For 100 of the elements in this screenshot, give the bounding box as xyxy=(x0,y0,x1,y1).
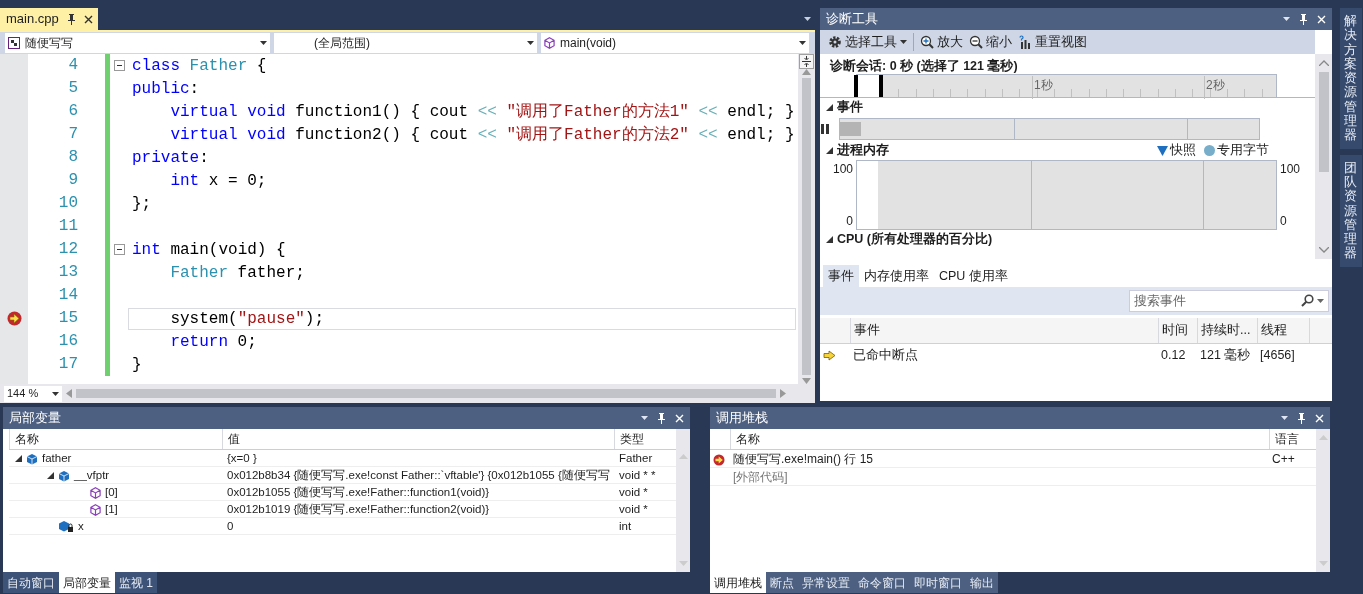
navigation-dropdown[interactable]: main(void) xyxy=(541,33,809,53)
side-tab[interactable]: 解决方案资源管理器 xyxy=(1340,8,1362,149)
expander-icon[interactable] xyxy=(826,147,833,154)
expander-icon[interactable] xyxy=(826,104,833,111)
column-header: 名称 xyxy=(736,431,760,448)
line-number: 9 xyxy=(67,170,78,191)
axis-label: 0 xyxy=(845,213,853,230)
column-header: 持续时... xyxy=(1201,322,1251,340)
line-number: 16 xyxy=(57,331,78,352)
variable-name: [0] xyxy=(105,485,118,500)
expander-icon[interactable] xyxy=(826,236,833,243)
axis-label: 0 xyxy=(1280,213,1288,230)
variable-name: father xyxy=(42,451,72,466)
line-number: 13 xyxy=(57,262,78,283)
code-line: Father father; xyxy=(169,262,306,284)
toolbar-button[interactable]: 选择工具 xyxy=(828,32,907,52)
column-header: 值 xyxy=(228,431,240,448)
zoom-in-icon xyxy=(920,35,934,49)
tab[interactable]: 局部变量 xyxy=(59,572,115,593)
tab[interactable]: 调用堆栈 xyxy=(710,572,766,593)
line-number: 10 xyxy=(57,193,78,214)
line-number: 8 xyxy=(67,147,78,168)
line-number: 6 xyxy=(67,101,78,122)
table-cell-text: {x=0 } xyxy=(226,451,258,466)
table-cell-text: 0x012b1055 {随便写写.exe!Father::function1(void)} xyxy=(226,485,491,500)
search-field[interactable]: 搜索事件 xyxy=(1129,290,1329,312)
code-line: return 0; xyxy=(169,331,258,353)
legend-label: 专用字节 xyxy=(1217,142,1269,160)
zoom-dropdown[interactable]: 144 % xyxy=(4,385,62,402)
table-cell-text: 0.12 xyxy=(1160,346,1187,364)
expander-icon[interactable] xyxy=(15,455,22,463)
variable-name: x xyxy=(78,519,84,534)
table-cell-text: void * xyxy=(618,502,649,517)
line-number: 17 xyxy=(57,354,78,375)
side-tab[interactable]: 团队资源管理器 xyxy=(1340,154,1362,267)
column-header: 时间 xyxy=(1162,322,1188,340)
column-header: 事件 xyxy=(854,322,880,340)
panel-title: 诊断工具 xyxy=(826,10,878,28)
snapshot-marker-icon xyxy=(1157,145,1168,156)
axis-label: 100 xyxy=(1280,161,1302,178)
dropdown-icon xyxy=(1317,298,1324,303)
line-number: 11 xyxy=(57,216,78,237)
dropdown-icon xyxy=(641,416,648,420)
session-label: 诊断会话: 0 秒 (选择了 121 毫秒) xyxy=(828,57,1019,74)
object-icon xyxy=(58,469,70,482)
table-cell-text: Father xyxy=(618,451,654,466)
column-header: 语言 xyxy=(1275,431,1299,448)
navigation-dropdown[interactable]: 随便写写 xyxy=(5,33,270,53)
pin-icon[interactable] xyxy=(657,412,666,424)
gear-icon xyxy=(828,35,842,49)
code-line: }; xyxy=(131,193,153,215)
code-line: class Father { xyxy=(131,55,268,77)
scroll-up-icon[interactable] xyxy=(1318,60,1329,66)
column-header: 线程 xyxy=(1261,322,1287,340)
panel-title: 调用堆栈 xyxy=(716,409,768,427)
column-header: 类型 xyxy=(620,431,644,448)
table-cell-text: C++ xyxy=(1271,451,1296,468)
scroll-down-icon[interactable] xyxy=(1318,247,1329,253)
ruler-label: 2秒 xyxy=(1204,76,1225,99)
table-cell-text: 121 毫秒 xyxy=(1199,346,1252,364)
close-icon[interactable] xyxy=(83,14,93,24)
toolbar-button[interactable]: 重置视图 xyxy=(1018,32,1087,52)
column-header: 名称 xyxy=(15,431,39,448)
navigation-dropdown[interactable]: (全局范围) xyxy=(274,33,537,53)
section-title: CPU (所有处理器的百分比) xyxy=(837,231,993,249)
toolbar-button[interactable]: 缩小 xyxy=(969,32,1012,52)
toolbar-button[interactable]: 放大 xyxy=(920,32,963,52)
document-tab[interactable]: main.cpp xyxy=(0,8,98,30)
code-line: int main(void) { xyxy=(131,239,287,261)
code-line: private: xyxy=(131,147,210,169)
tab[interactable]: 监视 1 xyxy=(115,572,157,593)
variable-name: [1] xyxy=(105,502,118,517)
pin-icon[interactable] xyxy=(1297,412,1306,424)
scroll-thumb[interactable] xyxy=(76,389,776,398)
tab[interactable]: 事件 xyxy=(823,265,859,287)
pause-icon[interactable] xyxy=(820,124,830,134)
pin-icon[interactable] xyxy=(1299,13,1308,25)
search-icon xyxy=(1301,294,1314,307)
dropdown-icon xyxy=(1281,416,1288,420)
dropdown-icon xyxy=(527,41,534,45)
zoom-out-icon xyxy=(969,35,983,49)
dropdown-icon xyxy=(799,41,806,45)
dropdown-icon xyxy=(260,41,267,45)
split-icon[interactable] xyxy=(799,54,814,69)
tab[interactable]: 自动窗口 xyxy=(3,572,59,593)
code-line: public: xyxy=(131,78,201,100)
code-line: virtual void function2() { cout << "调用了Father的方法2" << endl; } xyxy=(169,124,796,146)
expander-icon[interactable] xyxy=(47,472,54,480)
scroll-thumb[interactable] xyxy=(802,78,811,375)
code-line: int x = 0; xyxy=(169,170,268,192)
section-title: 进程内存 xyxy=(837,142,889,160)
collapse-icon[interactable] xyxy=(113,60,125,71)
section-title: 事件 xyxy=(837,99,863,117)
scroll-thumb[interactable] xyxy=(1318,72,1329,172)
line-number: 5 xyxy=(67,78,78,99)
variable-name: __vfptr xyxy=(74,468,110,483)
method-icon xyxy=(90,486,101,499)
table-cell-text: 随便写写.exe!main() 行 15 xyxy=(732,451,875,468)
pin-icon[interactable] xyxy=(66,13,76,25)
collapse-icon[interactable] xyxy=(113,244,125,255)
